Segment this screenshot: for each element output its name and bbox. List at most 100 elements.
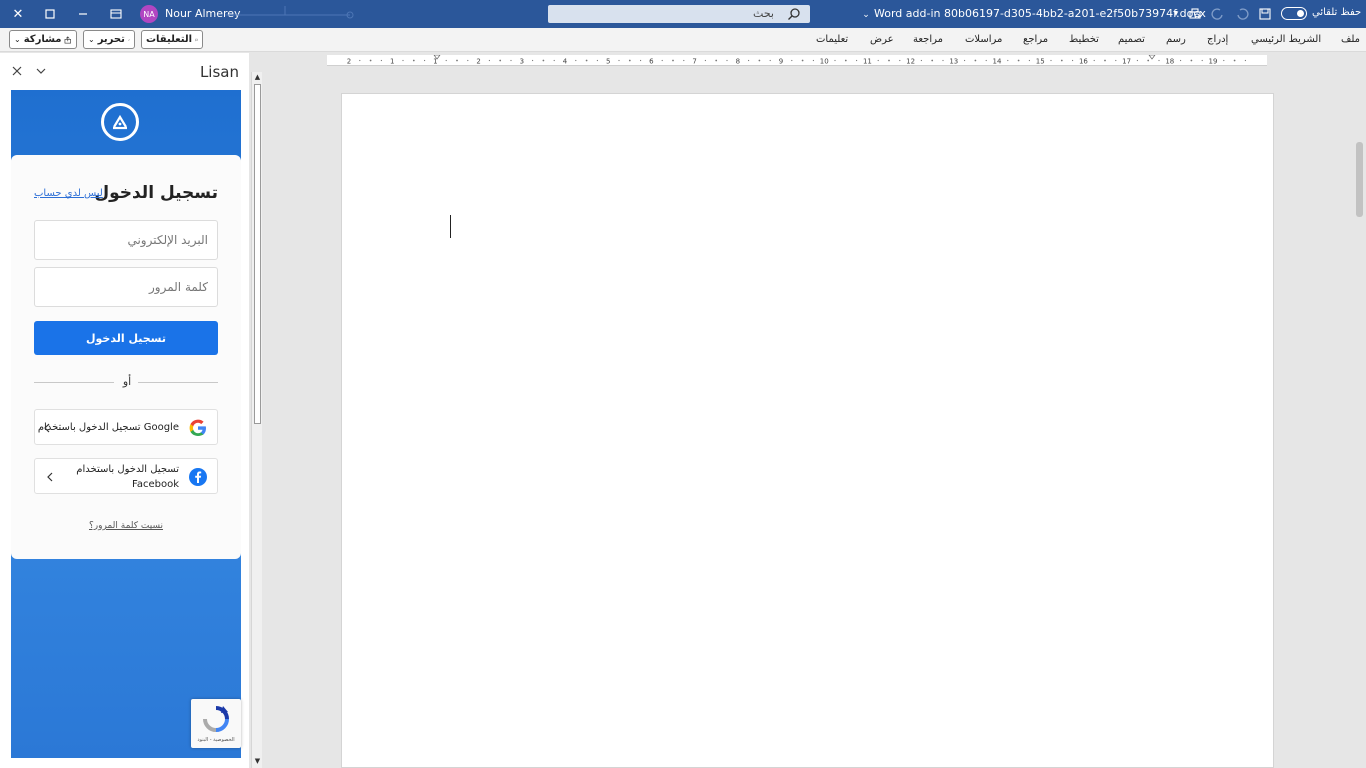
tab-help[interactable]: تعليمات (816, 34, 848, 45)
ruler-number: 18 (1165, 58, 1174, 66)
ruler-tick (931, 59, 934, 62)
ruler-number: 11 (863, 58, 872, 66)
pane-scroll-thumb[interactable] (254, 84, 261, 424)
ruler-tick (1158, 59, 1160, 62)
document-scroll-thumb[interactable] (1356, 142, 1363, 217)
ruler-tick (1050, 59, 1052, 62)
minimize-window-button[interactable] (67, 0, 99, 28)
ruler-tick (964, 59, 966, 62)
recaptcha-badge[interactable]: الخصوصية - البنود (191, 699, 241, 748)
tab-design[interactable]: تصميم (1118, 34, 1145, 45)
document-scrollbar[interactable] (1354, 92, 1364, 768)
share-label: مشاركة (23, 34, 62, 45)
save-icon[interactable] (1257, 6, 1273, 22)
avatar[interactable]: NA (140, 5, 158, 23)
ribbon-display-icon (110, 9, 122, 19)
edit-label: تحرير (97, 34, 125, 45)
ruler-tick (1136, 59, 1138, 62)
ruler-tick (532, 59, 534, 62)
no-account-link[interactable]: ليس لدي حساب (34, 188, 103, 199)
ruler-number: 10 (820, 58, 829, 66)
ruler-tick (369, 59, 372, 62)
comments-button[interactable]: التعليقات (141, 30, 203, 49)
document-title[interactable]: Word add-in 80b06197-d305-4bb2-a201-e2f5… (874, 7, 1206, 20)
minimize-icon (79, 13, 87, 15)
share-icon (65, 35, 72, 43)
ruler-tick (661, 59, 663, 62)
ruler-tick (467, 59, 469, 62)
ruler-indent-marker-right[interactable] (1148, 54, 1156, 60)
google-login-button[interactable]: تسجيل الدخول باستخدام Google (34, 409, 218, 445)
document-page[interactable] (341, 93, 1274, 768)
tab-file[interactable]: ملف (1341, 34, 1360, 45)
search-icon (788, 8, 800, 20)
title-bar: ✕ NA Nour Almerey بحث ⌄ Word add-in 80b0… (0, 0, 1366, 28)
email-input[interactable] (35, 221, 217, 259)
customize-quick-access-icon[interactable]: ▾ (1168, 6, 1184, 22)
tab-references[interactable]: مراجع (1023, 34, 1048, 45)
facebook-login-button[interactable]: تسجيل الدخول باستخدام Facebook (34, 458, 218, 494)
chevron-down-icon[interactable]: ⌄ (858, 7, 874, 23)
ruler-tick (1223, 59, 1225, 62)
ribbon-display-options-button[interactable] (100, 0, 132, 28)
ruler-number: 2 (347, 58, 351, 66)
google-icon (189, 419, 206, 436)
tab-review[interactable]: مراجعة (913, 34, 943, 45)
ruler-number: 3 (520, 58, 524, 66)
ruler-tick (899, 59, 901, 62)
ruler-tick (758, 59, 761, 62)
share-button[interactable]: ⌄ مشاركة (9, 30, 77, 49)
ruler-number: 19 (1209, 58, 1218, 66)
close-icon[interactable] (10, 64, 24, 78)
ruler-tick (942, 59, 944, 62)
ruler-tick (683, 59, 685, 62)
tab-mailings[interactable]: مراسلات (965, 34, 1002, 45)
ruler-tick (985, 59, 987, 62)
ruler-tick (575, 59, 577, 62)
forgot-password-link[interactable]: نسيت كلمة المرور؟ (11, 521, 241, 531)
pane-title: Lisan (199, 63, 239, 81)
ruler-number: 4 (563, 58, 568, 66)
ruler-tick (1007, 59, 1009, 62)
facebook-login-label-line2: Facebook (132, 479, 179, 490)
editing-mode-button[interactable]: ⌄ تحرير (83, 30, 135, 49)
login-button[interactable]: تسجيل الدخول (34, 321, 218, 355)
ruler-tick (488, 59, 490, 62)
ruler-number: 14 (993, 58, 1002, 66)
ruler-tick (640, 59, 642, 62)
ruler-tick (412, 59, 415, 62)
tab-view[interactable]: عرض (870, 34, 894, 45)
password-input[interactable] (35, 268, 217, 306)
ruler-tick (920, 59, 923, 62)
ruler-tick (1147, 59, 1150, 62)
search-box[interactable]: بحث (548, 5, 810, 23)
pane-scrollbar[interactable]: ▲ ▼ (251, 72, 262, 768)
scroll-up-icon[interactable]: ▲ (253, 73, 262, 83)
ribbon: ⌄ مشاركة ⌄ تحرير التعليقات ملف الشريط ال… (0, 28, 1366, 52)
recaptcha-footer[interactable]: الخصوصية - البنود (191, 737, 241, 743)
tab-layout[interactable]: تخطيط (1069, 34, 1099, 45)
scroll-down-icon[interactable]: ▼ (253, 757, 262, 767)
print-preview-icon[interactable] (1187, 6, 1203, 22)
ruler-tick (510, 59, 512, 62)
horizontal-ruler[interactable]: 2 1 1 2 3 4 5 6 7 8 9 10 11 12 13 14 15 16 17 18 19 (327, 54, 1267, 66)
close-window-button[interactable]: ✕ (2, 0, 34, 28)
password-field[interactable] (34, 267, 218, 307)
tab-home[interactable]: الشريط الرئيسي (1251, 34, 1321, 45)
maximize-window-button[interactable] (34, 0, 66, 28)
autosave-toggle[interactable] (1281, 7, 1307, 20)
ruler-tick (791, 59, 793, 62)
chevron-down-icon[interactable] (34, 64, 48, 78)
email-field[interactable] (34, 220, 218, 260)
tab-draw[interactable]: رسم (1166, 34, 1186, 45)
undo-icon[interactable] (1235, 6, 1251, 22)
redo-icon[interactable] (1209, 6, 1225, 22)
ruler-number: 15 (1036, 58, 1045, 66)
add-in-body: تسجيل الدخول ليس لدي حساب تسجيل الدخول أ… (11, 90, 241, 758)
ruler-tick (769, 59, 771, 62)
ruler-tick (844, 59, 847, 62)
ruler-tick (834, 59, 836, 62)
tab-insert[interactable]: إدراج (1207, 34, 1228, 45)
maximize-icon (45, 9, 55, 19)
autosave-label: حفظ تلقائي (1312, 7, 1362, 18)
